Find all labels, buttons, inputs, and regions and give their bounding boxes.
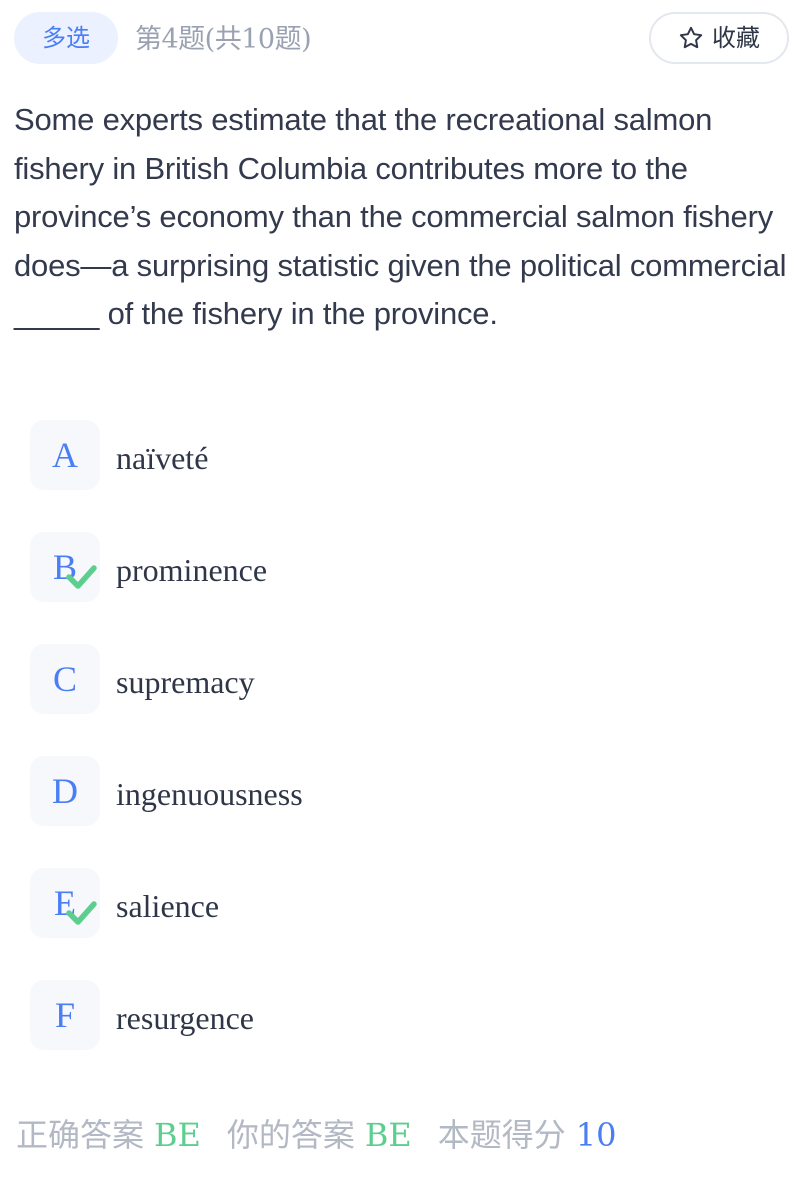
option-a[interactable]: A naïveté <box>30 420 790 490</box>
correct-answer-value: BE <box>154 1116 201 1154</box>
options-list: A naïveté B prominence C supremacy D ing… <box>30 420 790 1092</box>
option-letter: C <box>30 644 100 714</box>
option-e[interactable]: E salience <box>30 868 790 938</box>
favorite-button[interactable]: 收藏 <box>649 12 789 64</box>
option-letter: D <box>30 756 100 826</box>
option-f[interactable]: F resurgence <box>30 980 790 1050</box>
score-label: 本题得分 <box>437 1116 566 1154</box>
option-text: naïveté <box>116 440 209 476</box>
star-outline-icon <box>679 26 703 49</box>
check-icon <box>66 565 97 589</box>
question-text: Some experts estimate that the recreatio… <box>14 102 787 331</box>
answer-summary: 正确答案 BE 你的答案 BE 本题得分 10 <box>16 1110 617 1160</box>
option-text: resurgence <box>116 1000 254 1036</box>
your-answer-value: BE <box>364 1116 412 1154</box>
option-text: supremacy <box>116 664 255 700</box>
option-text: ingenuousness <box>116 776 303 812</box>
favorite-label: 收藏 <box>712 24 760 52</box>
option-text: salience <box>116 888 220 924</box>
option-letter: F <box>30 980 100 1050</box>
question-header: 多选 第4题(共10题) 收藏 <box>0 0 812 80</box>
option-text: prominence <box>116 552 268 588</box>
your-answer-label: 你的答案 <box>226 1116 355 1154</box>
question-type-badge: 多选 <box>14 12 118 64</box>
option-c[interactable]: C supremacy <box>30 644 790 714</box>
question-progress: 第4题(共10题) <box>135 24 312 55</box>
correct-answer-label: 正确答案 <box>16 1116 145 1154</box>
score-value: 10 <box>575 1116 617 1154</box>
option-b[interactable]: B prominence <box>30 532 790 602</box>
option-d[interactable]: D ingenuousness <box>30 756 790 826</box>
option-letter: A <box>30 420 100 490</box>
check-icon <box>66 901 97 925</box>
